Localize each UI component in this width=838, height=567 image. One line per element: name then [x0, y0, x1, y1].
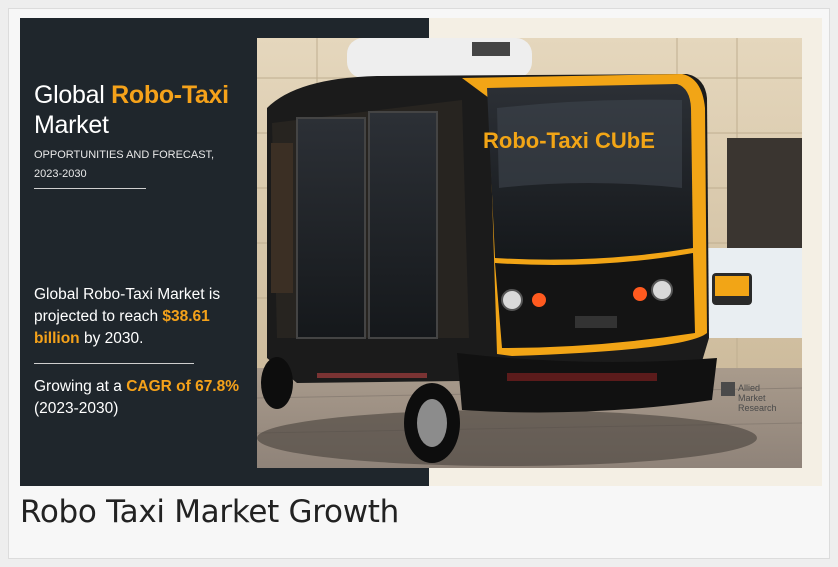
logo-line1: Allied: [738, 383, 760, 393]
vehicle-label: Robo-Taxi CUbE: [483, 128, 655, 153]
stat2-period: (2023-2030): [34, 400, 119, 417]
subtitle-line2: 2023-2030: [34, 168, 87, 180]
stat1-suffix: by 2030.: [79, 330, 144, 347]
logo-line2: Market: [738, 393, 766, 403]
logo-line3: Research: [738, 403, 777, 413]
subtitle-line1: OPPORTUNITIES AND FORECAST,: [34, 149, 215, 161]
figure-caption: Robo Taxi Market Growth: [20, 494, 399, 530]
robo-taxi-photo: Robo-Taxi CUbE Allied Market Research: [257, 38, 802, 468]
divider-line: [34, 363, 194, 364]
cagr-stat: Growing at a CAGR of 67.8% (2023-2030): [34, 376, 264, 420]
title-highlight: Robo-Taxi: [111, 81, 229, 109]
market-size-stat: Global Robo-Taxi Market is projected to …: [34, 284, 256, 350]
infographic-title: Global Robo-Taxi Market: [34, 80, 229, 140]
title-prefix: Global: [34, 81, 112, 109]
stat2-value: CAGR of 67.8%: [126, 378, 240, 395]
divider-line: [34, 188, 146, 189]
stat2-text: Growing at a: [34, 378, 127, 395]
vehicle-illustration: Robo-Taxi CUbE Allied Market Research: [257, 38, 802, 468]
infographic-banner: Global Robo-Taxi Market OPPORTUNITIES AN…: [20, 18, 822, 486]
title-suffix: Market: [34, 111, 109, 139]
infographic-subtitle: OPPORTUNITIES AND FORECAST, 2023-2030: [34, 146, 254, 184]
